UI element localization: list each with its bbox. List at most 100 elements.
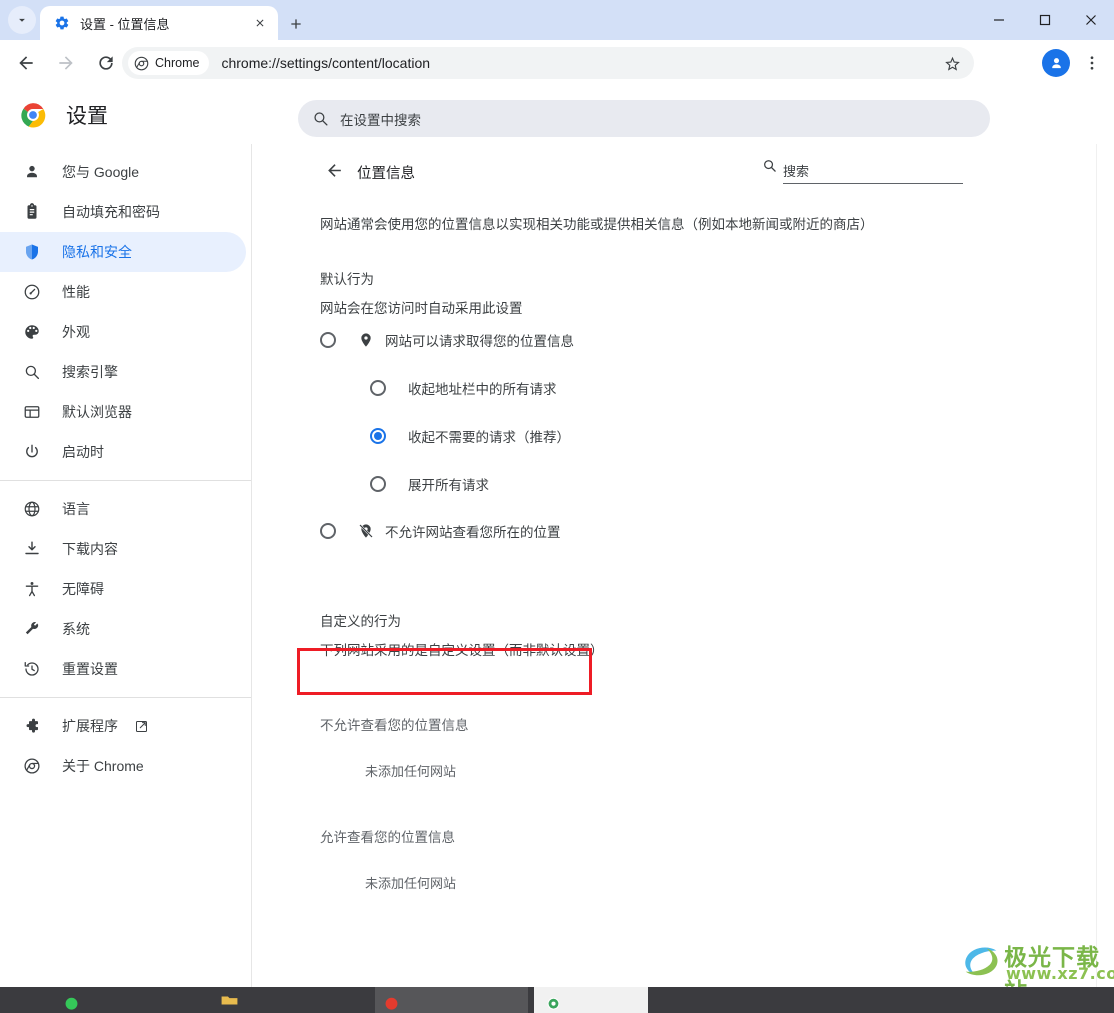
sidebar-item-privacy-security[interactable]: 隐私和安全: [0, 232, 246, 272]
taskbar-item-chrome[interactable]: [538, 987, 568, 1013]
sidebar-divider: [0, 480, 251, 481]
radio-label: 收起不需要的请求（推荐）: [408, 430, 570, 445]
sidebar-item-performance[interactable]: 性能: [0, 272, 246, 312]
tab-title: 设置 - 位置信息: [80, 16, 170, 32]
tab-close-icon[interactable]: [250, 13, 270, 33]
browser-toolbar: Chrome chrome://settings/content/locatio…: [0, 40, 1114, 86]
sidebar-item-label: 无障碍: [62, 581, 104, 597]
tab-search-button[interactable]: [8, 6, 36, 34]
chrome-circle-icon: [134, 56, 149, 70]
globe-icon: [22, 499, 42, 519]
puzzle-piece-icon: [22, 716, 42, 736]
radio-suboption-collapse-all[interactable]: 收起地址栏中的所有请求: [370, 378, 557, 398]
sidebar-item-label: 语言: [62, 501, 90, 517]
sidebar-item-autofill-passwords[interactable]: 自动填充和密码: [0, 192, 246, 232]
content-back-button[interactable]: [320, 156, 348, 184]
radio-button[interactable]: [320, 523, 336, 539]
radio-button[interactable]: [320, 332, 336, 348]
back-arrow-icon: [19, 56, 33, 70]
page-title: 设置: [66, 105, 108, 128]
settings-page: 设置 在设置中搜索 您与 Google 自动填充和密码 隐私和安全 性能 外观 …: [0, 86, 1114, 987]
close-window-button[interactable]: [1068, 0, 1114, 40]
address-bar[interactable]: Chrome chrome://settings/content/locatio…: [122, 47, 974, 79]
taskbar-item-folder[interactable]: [214, 987, 244, 1013]
back-button[interactable]: [10, 47, 42, 79]
radio-option-block-location[interactable]: 不允许网站查看您所在的位置: [320, 521, 561, 541]
sidebar-item-extensions[interactable]: 扩展程序: [0, 706, 246, 746]
chevron-down-icon: [19, 18, 25, 22]
radio-suboption-collapse-unwanted[interactable]: 收起不需要的请求（推荐）: [370, 426, 570, 446]
taskbar-item-green-app[interactable]: [56, 987, 86, 1013]
sidebar-item-search-engine[interactable]: 搜索引擎: [0, 352, 246, 392]
content-search-placeholder: 搜索: [783, 164, 810, 179]
content-page-title: 位置信息: [357, 166, 415, 182]
minimize-button[interactable]: [976, 0, 1022, 40]
sidebar-item-accessibility[interactable]: 无障碍: [0, 569, 246, 609]
sidebar-item-label: 重置设置: [62, 661, 118, 677]
open-in-new-icon: [134, 719, 149, 734]
radio-label: 展开所有请求: [408, 478, 489, 493]
custom-behavior-subtext: 下列网站采用的是自定义设置（而非默认设置）: [320, 643, 604, 658]
location-description: 网站通常会使用您的位置信息以实现相关功能或提供相关信息（例如本地新闻或附近的商店…: [320, 217, 874, 232]
taskbar-item-red-app[interactable]: [376, 987, 406, 1013]
os-taskbar: [0, 987, 1114, 1013]
sidebar-item-on-startup[interactable]: 启动时: [0, 432, 246, 472]
sidebar-item-default-browser[interactable]: 默认浏览器: [0, 392, 246, 432]
chrome-circle-icon: [22, 756, 42, 776]
speedometer-icon: [22, 282, 42, 302]
reload-button[interactable]: [90, 47, 122, 79]
radio-button[interactable]: [370, 428, 386, 444]
radio-label: 不允许网站查看您所在的位置: [385, 525, 561, 540]
sidebar-item-downloads[interactable]: 下载内容: [0, 529, 246, 569]
sidebar-item-reset-settings[interactable]: 重置设置: [0, 649, 246, 689]
sidebar-item-label: 您与 Google: [62, 164, 140, 180]
radio-option-allow-location[interactable]: 网站可以请求取得您的位置信息: [320, 330, 574, 350]
new-tab-button[interactable]: [282, 10, 310, 38]
shield-icon: [22, 242, 42, 262]
chrome-chip-label: Chrome: [155, 56, 200, 70]
sidebar-item-label: 启动时: [62, 444, 104, 460]
default-behavior-subtext: 网站会在您访问时自动采用此设置: [320, 301, 523, 316]
settings-search-placeholder: 在设置中搜索: [340, 112, 421, 128]
forward-button[interactable]: [50, 47, 82, 79]
sidebar-divider: [0, 697, 251, 698]
maximize-button[interactable]: [1022, 0, 1068, 40]
clipboard-icon: [22, 202, 42, 222]
content-header: 位置信息 搜索: [253, 144, 1105, 196]
sidebar-item-appearance[interactable]: 外观: [0, 312, 246, 352]
location-pin-icon: [357, 331, 375, 349]
sidebar-item-label: 下载内容: [62, 541, 118, 557]
settings-header: 设置 在设置中搜索: [0, 86, 1114, 144]
bookmark-star-icon[interactable]: [938, 49, 966, 77]
accessibility-icon: [22, 579, 42, 599]
power-icon: [22, 442, 42, 462]
three-dot-menu-icon[interactable]: [1076, 47, 1108, 79]
palette-icon: [22, 322, 42, 342]
content-search-input[interactable]: 搜索: [764, 158, 963, 184]
radio-label: 网站可以请求取得您的位置信息: [385, 334, 574, 349]
custom-behavior-heading: 自定义的行为: [320, 614, 401, 629]
radio-button[interactable]: [370, 476, 386, 492]
tab-strip: 设置 - 位置信息: [0, 0, 1114, 40]
content-right-edge: [1096, 144, 1105, 987]
sidebar-item-label: 关于 Chrome: [62, 758, 144, 774]
allowed-list-empty-text: 未添加任何网站: [365, 876, 457, 891]
sidebar-item-label: 自动填充和密码: [62, 204, 160, 220]
sidebar-item-system[interactable]: 系统: [0, 609, 246, 649]
sidebar-item-about-chrome[interactable]: 关于 Chrome: [0, 746, 246, 786]
sidebar-item-languages[interactable]: 语言: [0, 489, 246, 529]
radio-suboption-expand-all[interactable]: 展开所有请求: [370, 474, 489, 494]
settings-search-input[interactable]: 在设置中搜索: [298, 100, 990, 137]
history-restore-icon: [22, 659, 42, 679]
sidebar-item-you-and-google[interactable]: 您与 Google: [0, 152, 246, 192]
sidebar-item-label: 搜索引擎: [62, 364, 118, 380]
profile-avatar-icon[interactable]: [1042, 49, 1070, 77]
browser-tab[interactable]: 设置 - 位置信息: [40, 6, 278, 40]
settings-gear-icon: [55, 16, 69, 30]
reload-icon: [99, 56, 113, 70]
download-icon: [22, 539, 42, 559]
wrench-icon: [22, 619, 42, 639]
radio-button[interactable]: [370, 380, 386, 396]
person-icon: [22, 162, 42, 182]
sidebar-item-label: 默认浏览器: [62, 404, 132, 420]
